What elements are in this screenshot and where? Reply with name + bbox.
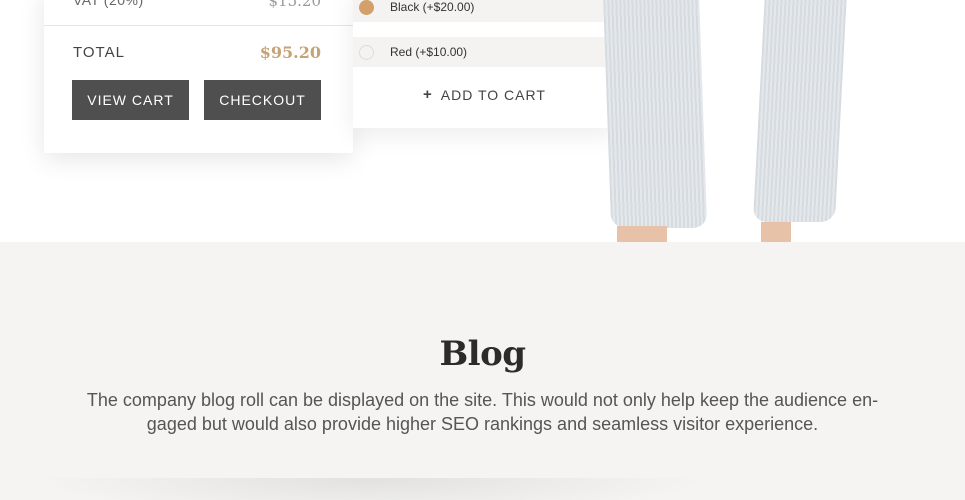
blog-description: The company blog roll can be displayed o… — [86, 390, 879, 434]
cart-divider — [44, 25, 353, 26]
ankle-right — [761, 222, 791, 242]
vat-label: VAT (20%) — [73, 0, 144, 8]
option-label: Black (+$20.00) — [390, 0, 475, 14]
option-label: Red (+$10.00) — [390, 45, 468, 59]
vat-value: $15.20 — [268, 0, 322, 10]
add-to-cart-button[interactable]: + ADD TO CART — [423, 86, 546, 103]
plus-icon: + — [423, 86, 433, 103]
product-section: VAT (20%) $15.20 TOTAL $95.20 VIEW CART … — [0, 0, 965, 242]
blog-card-preview — [30, 478, 710, 500]
radio-selected-icon[interactable] — [359, 0, 374, 15]
add-to-cart-label: ADD TO CART — [440, 86, 546, 103]
view-cart-button[interactable]: VIEW CART — [72, 80, 189, 120]
option-black[interactable]: Black (+$20.00) — [353, 0, 605, 22]
mini-cart-panel: VAT (20%) $15.20 TOTAL $95.20 VIEW CART … — [44, 0, 353, 153]
pants-left-leg — [602, 0, 708, 228]
blog-title: Blog — [439, 334, 526, 374]
checkout-button[interactable]: CHECKOUT — [204, 80, 321, 120]
total-label: TOTAL — [73, 44, 125, 61]
product-options-panel: Black (+$20.00) Red (+$10.00) + ADD TO C… — [353, 0, 615, 128]
option-red[interactable]: Red (+$10.00) — [353, 37, 605, 67]
ankle-left — [617, 226, 667, 242]
blog-section: Blog The company blog roll can be displa… — [0, 242, 965, 500]
product-model-image — [595, 0, 855, 242]
radio-empty-icon[interactable] — [359, 44, 374, 60]
total-value: $95.20 — [259, 43, 321, 62]
pants-right-leg — [752, 0, 848, 222]
